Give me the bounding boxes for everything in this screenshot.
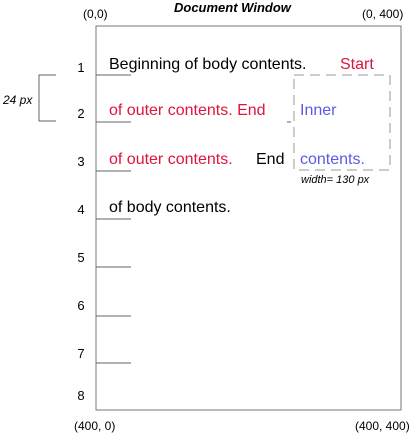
body-text-line4: of body contents.: [109, 199, 231, 216]
inner-text-line2: contents.: [300, 151, 365, 168]
line-number-3: 3: [77, 154, 85, 169]
outer-text-line2: of outer contents. End: [109, 102, 266, 119]
line-height-bracket: [38, 74, 56, 122]
corner-top-left: (0,0): [83, 7, 108, 21]
corner-bottom-right: (400, 400): [355, 419, 410, 433]
line-number-1: 1: [77, 60, 85, 75]
line-number-2: 2: [77, 106, 85, 121]
body-text-end: End: [256, 151, 285, 168]
outer-text-start: Start: [340, 56, 374, 73]
document-frame: [95, 25, 402, 411]
line-number-7: 7: [77, 346, 85, 361]
corner-bottom-left: (400, 0): [74, 419, 116, 433]
line-height-label: 24 px: [3, 93, 33, 107]
inner-text-line1: Inner: [300, 102, 337, 119]
outer-text-line3: of outer contents.: [109, 151, 233, 168]
line-number-4: 4: [77, 202, 85, 217]
window-title: Document Window: [174, 0, 291, 15]
line-number-6: 6: [77, 298, 85, 313]
inner-width-label: width= 130 px: [301, 174, 370, 186]
corner-top-right: (0, 400): [362, 7, 404, 21]
line-number-5: 5: [77, 250, 85, 265]
line-number-8: 8: [77, 388, 85, 403]
body-text-line1: Beginning of body contents.: [109, 56, 307, 73]
